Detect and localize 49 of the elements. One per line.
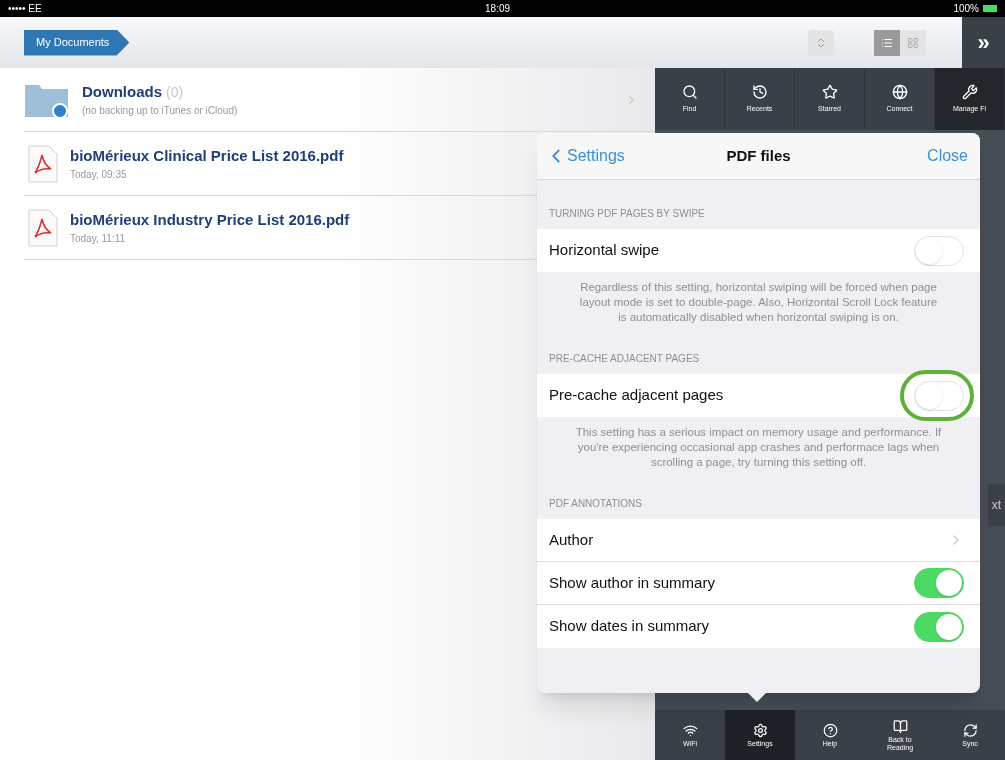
side-text-fragment: xt xyxy=(987,484,1005,526)
row-label: Pre-cache adjacent pages xyxy=(549,385,725,406)
popover-title: PDF files xyxy=(726,145,791,166)
row-label: Show dates in summary xyxy=(549,616,711,637)
section-header: PRE-CACHE ADJACENT PAGES xyxy=(548,352,701,366)
search-icon xyxy=(681,83,698,100)
history-icon xyxy=(751,83,768,100)
battery-text: 100% xyxy=(953,2,979,16)
battery-icon xyxy=(983,5,997,12)
section-header: PDF ANNOTATIONS xyxy=(548,497,643,511)
star-icon xyxy=(821,83,838,100)
settings-row[interactable]: Show dates in summary xyxy=(537,605,980,648)
book-icon xyxy=(892,718,908,734)
carrier-text: ••••• EE xyxy=(8,2,42,16)
pdf-file-icon xyxy=(28,208,58,247)
row-label: Author xyxy=(549,529,595,550)
grid-icon xyxy=(907,36,919,49)
breadcrumb-button[interactable]: My Documents xyxy=(24,29,130,56)
settings-icon xyxy=(752,722,768,738)
more-button[interactable]: » xyxy=(962,17,1005,68)
settings-row[interactable]: Author xyxy=(537,519,980,562)
settings-row[interactable]: Pre-cache adjacent pages xyxy=(537,374,980,417)
toggle-switch[interactable] xyxy=(914,568,964,598)
file-name: Downloads xyxy=(82,81,162,102)
sort-button[interactable] xyxy=(808,29,834,56)
settings-row[interactable]: Horizontal swipe xyxy=(537,229,980,272)
list-view-button[interactable] xyxy=(874,29,900,56)
wrench-icon xyxy=(961,83,978,100)
section-footer: Regardless of this setting, horizontal swiping will be forced when page layout mode is set to double-page. Also, Horizontal Scroll Lock feature is automatically disabled when horizontal swiping is on. xyxy=(537,272,980,325)
grid-view-button[interactable] xyxy=(900,29,926,56)
globe-icon xyxy=(891,83,908,100)
refresh-icon xyxy=(962,722,978,738)
clock-text: 18:09 xyxy=(485,2,511,16)
toggle-switch[interactable] xyxy=(914,380,964,411)
row-label: Show author in summary xyxy=(549,572,716,593)
pdf-file-icon xyxy=(28,144,58,183)
file-subtitle: (no backing up to iTunes or iCloud) xyxy=(82,104,238,119)
wifi-icon xyxy=(682,722,698,738)
file-subtitle: Today, 09:35 xyxy=(70,168,127,183)
section-footer: This setting has a serious impact on memory usage and performance. If you're experiencing occasional app crashes and performace lags when scrolling a page, try turning this setting off. xyxy=(537,417,980,470)
toggle-switch[interactable] xyxy=(914,611,964,642)
file-name: bioMérieux Industry Price List 2016.pdf xyxy=(70,209,350,230)
file-subtitle: Today, 11:11 xyxy=(70,232,126,247)
settings-row[interactable]: Show author in summary xyxy=(537,562,980,605)
toggle-switch[interactable] xyxy=(914,235,964,266)
sort-icon xyxy=(815,36,827,49)
list-icon xyxy=(881,36,893,49)
help-icon xyxy=(822,722,838,738)
file-name: bioMérieux Clinical Price List 2016.pdf xyxy=(70,145,344,166)
